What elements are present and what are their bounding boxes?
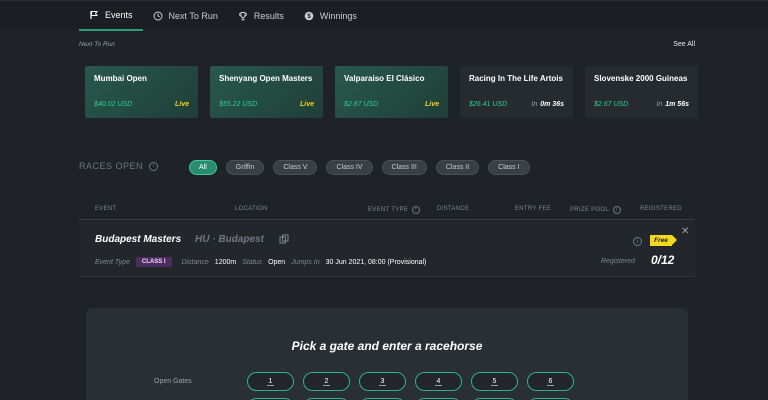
race-card-countdown: In 1m 56s: [656, 101, 689, 108]
race-card[interactable]: Racing In The Life Artois $26.41 USD In 0…: [460, 66, 573, 118]
col-event: EVENT: [95, 206, 117, 212]
race-card-name: Mumbai Open: [94, 74, 147, 83]
tab-next-to-run[interactable]: Next To Run: [143, 1, 228, 31]
filter-griffin[interactable]: Griffin: [225, 160, 265, 175]
race-card-prize: $55.22 USD: [219, 101, 258, 108]
gate-button[interactable]: 5: [471, 372, 518, 391]
race-card-live-status: Live: [174, 101, 189, 108]
race-location: HU · Budapest: [195, 234, 264, 245]
registered-count: 0/12: [651, 253, 675, 267]
tab-results[interactable]: Results: [228, 1, 294, 31]
clock-icon: [153, 11, 163, 21]
race-name: Budapest Masters: [95, 234, 182, 245]
gate-button[interactable]: 6: [527, 372, 574, 391]
race-card-prize: $26.41 USD: [469, 101, 508, 108]
gate-picker-panel: Pick a gate and enter a racehorse Open G…: [86, 308, 688, 400]
info-icon[interactable]: i: [613, 206, 622, 214]
next-to-run-cards: Mumbai Open $40.02 USD Live Shenyang Ope…: [85, 66, 698, 118]
copy-icon[interactable]: [279, 234, 289, 244]
tab-list: Events Next To Run Results $ Winnings: [79, 1, 367, 31]
tab-events-label: Events: [105, 10, 133, 20]
distance-label: Distance: [181, 258, 209, 266]
filter-class-i[interactable]: Class I: [488, 160, 530, 175]
race-card-name: Racing In The Life Artois: [469, 74, 563, 83]
status-label: Status: [242, 258, 263, 266]
table-row[interactable]: Budapest Masters HU · Budapest Event Typ…: [79, 221, 695, 277]
col-registered: REGISTERED: [640, 206, 683, 212]
countdown-value: 0m 36s: [540, 101, 564, 108]
col-distance: DISTANCE: [437, 206, 470, 212]
tab-winnings[interactable]: $ Winnings: [294, 1, 367, 31]
race-card-prize: $2.67 USD: [594, 101, 629, 108]
race-card[interactable]: Mumbai Open $40.02 USD Live: [85, 66, 198, 118]
col-entry-fee: ENTRY FEE: [515, 206, 552, 212]
col-event-type: EVENT TYPE i: [368, 206, 421, 214]
countdown-label: In: [531, 101, 538, 108]
trophy-icon: [238, 12, 247, 21]
race-card[interactable]: Shenyang Open Masters $55.22 USD Live: [210, 66, 323, 118]
info-icon[interactable]: i: [633, 237, 642, 246]
race-details: Event Type CLASS I Distance 1200m Status…: [95, 257, 426, 267]
races-open-title: RACES OPEN: [79, 161, 144, 171]
class-filter-pills: All Griffin Class V Class IV Class III C…: [189, 160, 530, 175]
next-to-run-header: Next To Run See All: [79, 41, 695, 53]
status-value: Open: [268, 258, 286, 266]
race-card-name: Valparaiso El Clásico: [344, 74, 425, 83]
class-badge: CLASS I: [135, 257, 172, 267]
countdown-value: 1m 56s: [665, 101, 689, 108]
gate-button[interactable]: 1: [247, 372, 294, 391]
flag-icon: [90, 11, 98, 19]
jumps-in-label: Jumps In: [291, 258, 320, 266]
see-all-link[interactable]: See All: [673, 41, 695, 48]
top-nav-bar: Events Next To Run Results $ Winnings: [0, 0, 768, 31]
jumps-in-value: 30 Jun 2021, 08:00 (Provisional): [325, 258, 427, 266]
registered-label: Registered: [601, 258, 635, 265]
race-card-prize: $2.67 USD: [344, 101, 379, 108]
gate-number: 2: [322, 377, 331, 386]
distance-value: 1200m: [214, 258, 237, 266]
gate-number: 4: [434, 377, 443, 386]
races-open-heading: RACES OPEN i: [79, 161, 159, 171]
gate-number: 1: [266, 377, 275, 386]
race-card-name: Shenyang Open Masters: [219, 74, 313, 83]
col-prize-pool: PRIZE POOL i: [570, 206, 622, 214]
info-icon[interactable]: i: [149, 161, 159, 171]
filter-class-iii[interactable]: Class III: [381, 160, 427, 175]
races-table-header: EVENT LOCATION EVENT TYPE i DISTANCE ENTR…: [79, 200, 695, 220]
filter-class-iv[interactable]: Class IV: [326, 160, 373, 175]
race-card-countdown: In 0m 36s: [531, 101, 564, 108]
gate-number: 6: [546, 377, 555, 386]
tab-results-label: Results: [253, 11, 284, 21]
race-card-live-status: Live: [299, 101, 314, 108]
info-icon[interactable]: i: [412, 206, 421, 214]
gate-button[interactable]: 3: [359, 372, 406, 391]
gate-picker-title: Pick a gate and enter a racehorse: [291, 339, 483, 353]
close-icon[interactable]: ✕: [681, 226, 689, 237]
open-gates-label: Open Gates: [154, 378, 192, 385]
race-card-live-status: Live: [424, 101, 439, 108]
next-to-run-title: Next To Run: [79, 41, 115, 48]
race-card[interactable]: Valparaiso El Clásico $2.67 USD Live: [335, 66, 448, 118]
tab-next-to-run-label: Next To Run: [168, 11, 218, 21]
race-card[interactable]: Slovenske 2000 Guineas $2.67 USD In 1m 56…: [585, 66, 698, 118]
tab-winnings-label: Winnings: [319, 11, 357, 21]
gate-button[interactable]: 2: [303, 372, 350, 391]
entry-fee-badge: Free: [650, 235, 677, 246]
col-location: LOCATION: [235, 206, 268, 212]
race-card-prize: $40.02 USD: [94, 101, 133, 108]
gate-number: 3: [378, 377, 387, 386]
filter-all[interactable]: All: [189, 160, 217, 175]
dollar-coin-icon: $: [304, 11, 314, 21]
event-type-label: Event Type: [95, 258, 130, 266]
gate-list: 1 2 3 4 5 6: [247, 372, 574, 391]
countdown-label: In: [656, 101, 663, 108]
tab-events[interactable]: Events: [79, 1, 143, 31]
filter-class-ii[interactable]: Class II: [435, 160, 480, 175]
gate-number: 5: [490, 377, 499, 386]
gate-button[interactable]: 4: [415, 372, 462, 391]
filter-class-v[interactable]: Class V: [273, 160, 318, 175]
race-card-name: Slovenske 2000 Guineas: [594, 74, 688, 83]
